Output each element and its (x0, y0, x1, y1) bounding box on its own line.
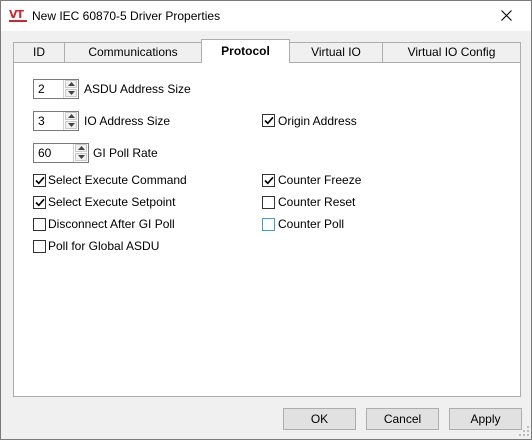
select-execute-setpoint-label[interactable]: Select Execute Setpoint (48, 195, 175, 209)
checkmark-icon (35, 176, 45, 185)
gi-poll-rate-spinner[interactable]: 60 (33, 143, 89, 163)
tab-id[interactable]: ID (13, 42, 65, 62)
counter-poll-checkbox[interactable] (262, 218, 275, 231)
window-title: New IEC 60870-5 Driver Properties (32, 9, 221, 23)
tab-virtual-io-config[interactable]: Virtual IO Config (382, 42, 521, 62)
counter-reset-label[interactable]: Counter Reset (278, 195, 355, 209)
io-address-size-label: IO Address Size (84, 114, 171, 128)
checkmark-icon (264, 176, 274, 185)
chevron-down-icon (68, 123, 75, 127)
select-execute-command-label[interactable]: Select Execute Command (48, 173, 187, 187)
checkmark-icon (264, 116, 274, 125)
properties-dialog: VT New IEC 60870-5 Driver Properties ID … (0, 0, 532, 440)
origin-address-label[interactable]: Origin Address (278, 114, 357, 128)
io-address-size-value[interactable]: 3 (38, 114, 45, 128)
gi-poll-rate-value[interactable]: 60 (38, 146, 51, 160)
asdu-address-size-spinner[interactable]: 2 (33, 79, 79, 99)
chevron-up-icon (68, 82, 75, 86)
select-execute-command-checkbox[interactable] (33, 174, 46, 187)
counter-reset-checkbox[interactable] (262, 196, 275, 209)
chevron-up-icon (78, 146, 85, 150)
close-button[interactable] (483, 1, 529, 30)
resize-grip-icon[interactable] (519, 426, 529, 436)
dialog-footer: OK Cancel Apply (1, 399, 531, 439)
disconnect-after-gi-poll-label[interactable]: Disconnect After GI Poll (48, 217, 175, 231)
poll-for-global-asdu-label[interactable]: Poll for Global ASDU (48, 239, 159, 253)
chevron-up-icon (68, 114, 75, 118)
spin-up-button[interactable] (75, 144, 87, 152)
select-execute-setpoint-checkbox[interactable] (33, 196, 46, 209)
app-logo: VT (9, 9, 27, 23)
apply-button[interactable]: Apply (449, 408, 522, 430)
io-address-size-spinner[interactable]: 3 (33, 111, 79, 131)
ok-button[interactable]: OK (283, 408, 356, 430)
tab-virtual-io[interactable]: Virtual IO (289, 42, 383, 62)
tab-communications[interactable]: Communications (64, 42, 202, 62)
close-icon (500, 10, 512, 21)
origin-address-checkbox[interactable] (262, 114, 275, 127)
checkmark-icon (35, 198, 45, 207)
spin-down-button[interactable] (65, 89, 77, 97)
asdu-address-size-label: ASDU Address Size (84, 82, 191, 96)
protocol-panel: 2 ASDU Address Size 3 IO Address Size Or… (13, 62, 521, 397)
spin-down-button[interactable] (75, 153, 87, 161)
counter-freeze-checkbox[interactable] (262, 174, 275, 187)
disconnect-after-gi-poll-checkbox[interactable] (33, 218, 46, 231)
chevron-down-icon (78, 155, 85, 159)
cancel-button[interactable]: Cancel (366, 408, 439, 430)
tab-protocol[interactable]: Protocol (201, 39, 290, 63)
chevron-down-icon (68, 91, 75, 95)
counter-poll-label[interactable]: Counter Poll (278, 217, 344, 231)
poll-for-global-asdu-checkbox[interactable] (33, 240, 46, 253)
asdu-address-size-value[interactable]: 2 (38, 82, 45, 96)
spin-up-button[interactable] (65, 112, 77, 120)
gi-poll-rate-label: GI Poll Rate (93, 146, 158, 160)
spin-up-button[interactable] (65, 80, 77, 88)
spin-down-button[interactable] (65, 121, 77, 129)
counter-freeze-label[interactable]: Counter Freeze (278, 173, 361, 187)
title-bar[interactable]: VT New IEC 60870-5 Driver Properties (1, 1, 531, 31)
